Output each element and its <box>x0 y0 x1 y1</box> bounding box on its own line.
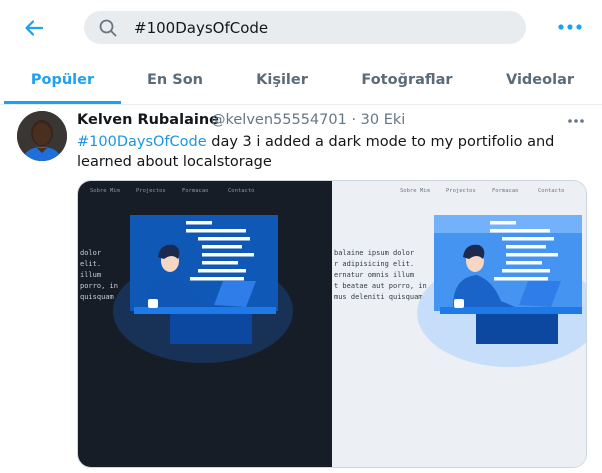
more-options-icon[interactable] <box>557 20 583 34</box>
author-handle[interactable]: @kelven55554701 <box>211 112 347 128</box>
tab-people[interactable]: Kişiler <box>232 57 332 103</box>
light-hero-text: t beatae aut porro, in <box>334 282 427 290</box>
dark-hero-text: porro, in <box>80 282 118 290</box>
light-nav-item: Sobre Mim <box>400 188 430 194</box>
avatar[interactable] <box>17 111 67 161</box>
separator: · <box>351 112 357 128</box>
tab-popular[interactable]: Popüler <box>4 57 121 103</box>
dark-hero-text: quisquam <box>80 293 114 301</box>
tweet-text: #100DaysOfCode day 3 i added a dark mode… <box>77 132 582 172</box>
dark-nav-item: Sobre Mim <box>90 188 120 194</box>
tweet-date[interactable]: 30 Eki <box>361 112 406 128</box>
tab-latest[interactable]: En Son <box>125 57 225 103</box>
light-hero-text: mus deleniti quisquam <box>334 293 423 301</box>
dark-nav-item: Formacao <box>182 188 209 194</box>
light-nav-item: Contacto <box>538 188 565 194</box>
dark-hero-text: dolor <box>80 249 101 257</box>
dark-hero-text: illum <box>80 271 101 279</box>
dark-nav-item: Contacto <box>228 188 255 194</box>
tweet-media-image[interactable]: Sobre Mim Projectos Formacao Contacto So… <box>77 180 587 468</box>
dark-hero-text: elit. <box>80 260 101 268</box>
tab-videos[interactable]: Videolar <box>489 57 591 103</box>
avatar-image <box>17 111 67 161</box>
hashtag-link[interactable]: #100DaysOfCode <box>77 134 207 150</box>
light-nav-item: Formacao <box>492 188 519 194</box>
search-tabs: Popüler En Son Kişiler Fotoğraflar Video… <box>0 57 602 105</box>
author-name[interactable]: Kelven Rubalaine <box>77 112 219 128</box>
tab-photos[interactable]: Fotoğraflar <box>345 57 469 103</box>
search-icon <box>99 19 117 37</box>
light-hero-text: ernatur omnis illum <box>334 271 414 279</box>
search-input[interactable]: #100DaysOfCode <box>134 19 268 37</box>
tweet-more-icon[interactable] <box>567 116 585 126</box>
back-arrow-icon[interactable] <box>22 16 46 40</box>
dark-nav-item: Projectos <box>136 188 166 194</box>
author-handle-and-date: @kelven55554701 · 30 Eki <box>211 112 405 128</box>
search-bar[interactable]: #100DaysOfCode <box>84 11 526 44</box>
light-illustration <box>417 215 586 367</box>
top-bar: #100DaysOfCode <box>0 0 602 55</box>
dark-illustration <box>113 215 293 363</box>
light-hero-text: balaine ipsum dolor <box>334 249 414 257</box>
tweet[interactable]: Kelven Rubalaine @kelven55554701 · 30 Ek… <box>0 104 602 473</box>
light-nav-item: Projectos <box>446 188 476 194</box>
portfolio-screenshot: Sobre Mim Projectos Formacao Contacto So… <box>78 181 586 467</box>
light-hero-text: r adipisicing elit. <box>334 260 414 268</box>
